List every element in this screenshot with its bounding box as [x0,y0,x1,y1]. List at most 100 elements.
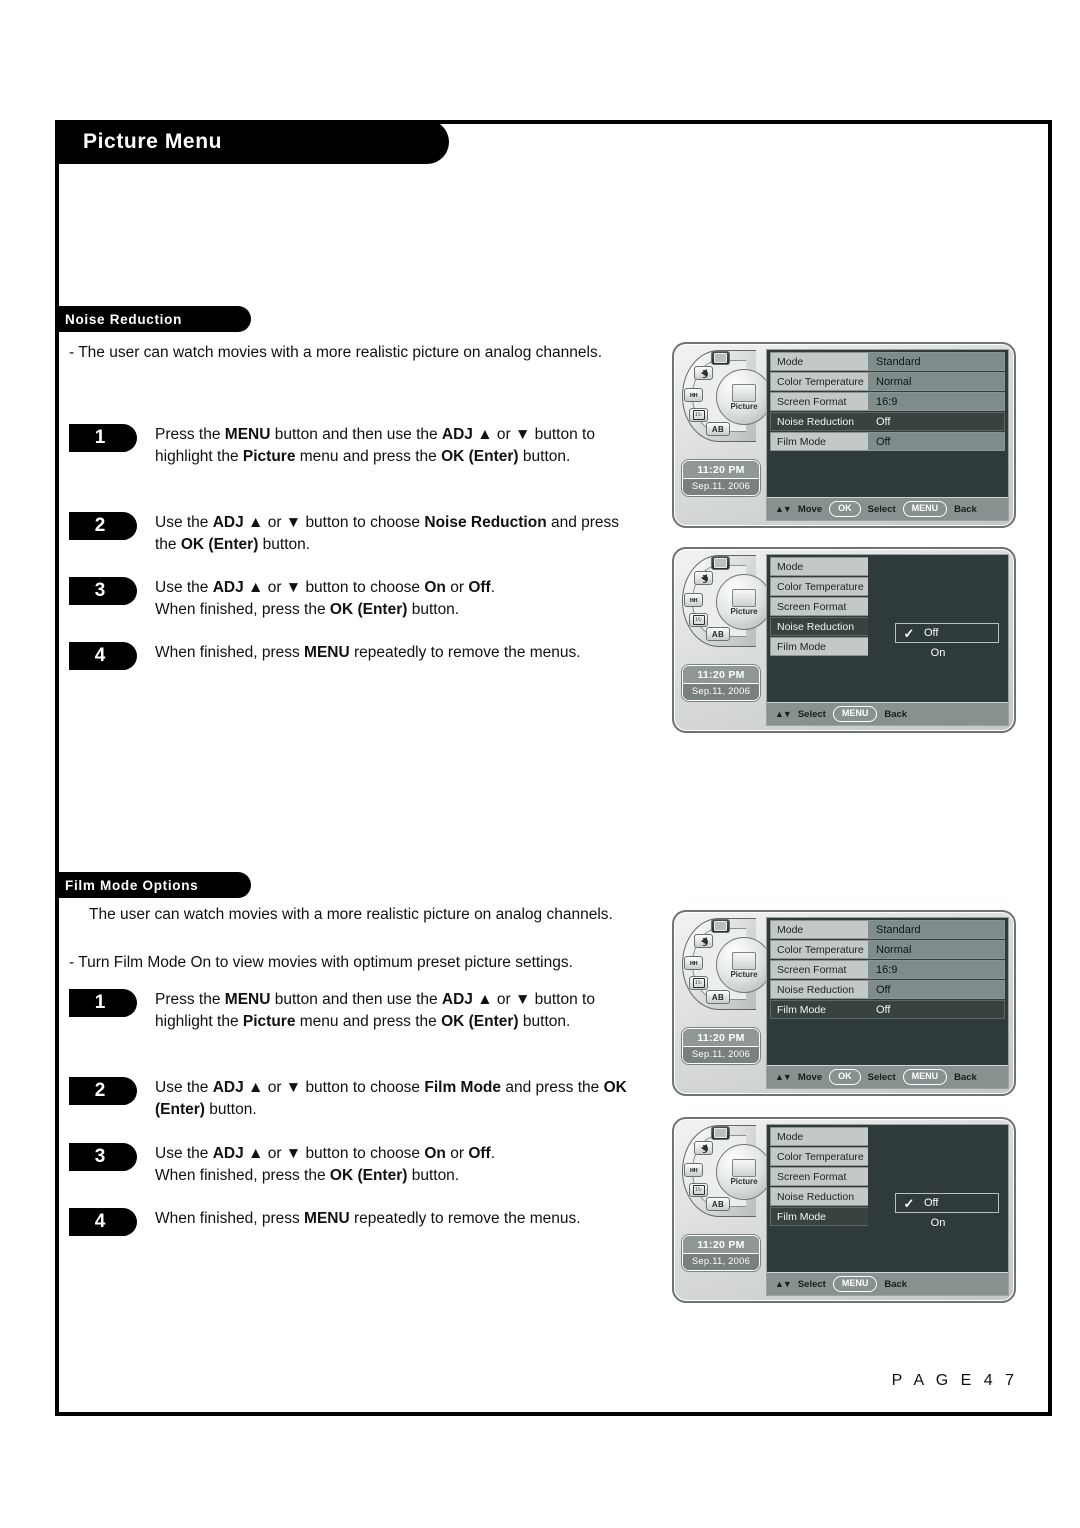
wheel-segment-tv-icon[interactable] [711,1126,730,1140]
menu-row-screen-format[interactable]: Screen Format [770,1167,1005,1186]
menu-value: Standard [868,920,1005,939]
wheel-segment-clock-icon[interactable]: 1↻ [689,408,708,422]
step-number-badge: 4 [69,642,137,670]
menu-key-pill[interactable]: MENU [832,1276,878,1292]
menu-value [868,1127,1005,1146]
menu-value [868,557,1005,576]
monitor-icon [714,1128,727,1138]
menu-value [868,1147,1005,1166]
clock-icon: 1↻ [692,978,705,988]
wheel-segment-volume-icon[interactable] [694,366,713,380]
menu-row-color-temperature[interactable]: Color Temperature Normal [770,940,1005,959]
wheel-center-picture-button[interactable]: Picture [716,937,772,993]
section-heading-film-mode: Film Mode Options [55,872,251,898]
wheel-center-label: Picture [730,606,758,616]
wheel-segment-channel-icon[interactable]: нн [684,956,703,970]
updown-arrows-icon: ▲▼ [775,1072,792,1082]
wheel-center-picture-button[interactable]: Picture [716,1144,772,1200]
osd-screenshot-film-mode-submenu: нн 1↻ AB Picture 11:20 PM Sep.11, 2006 M… [672,1117,1016,1303]
osd-clock-box: 11:20 PM Sep.11, 2006 [682,1028,760,1064]
wheel-segment-ab-button[interactable]: AB [706,990,730,1004]
menu-row-mode[interactable]: Mode [770,557,1005,576]
menu-row-mode[interactable]: Mode Standard [770,352,1005,371]
wheel-segment-volume-icon[interactable] [694,571,713,585]
choice-option-on[interactable]: On [895,1213,999,1233]
choice-option-off[interactable]: ✓ Off [895,623,999,643]
menu-value: Off [868,980,1005,999]
wheel-segment-volume-icon[interactable] [694,1141,713,1155]
menu-row-color-temperature[interactable]: Color Temperature [770,1147,1005,1166]
osd-control-wheel-area: нн 1↻ AB Picture 11:20 PM Sep.11, 2006 [680,1123,778,1299]
wheel-segment-tv-icon[interactable] [711,919,730,933]
wheel-segment-ab-button[interactable]: AB [706,627,730,641]
speaker-icon [700,369,708,378]
film-mode-choice-popup: ✓ Off On [895,1193,999,1233]
menu-row-color-temperature[interactable]: Color Temperature [770,577,1005,596]
wheel-center-picture-button[interactable]: Picture [716,574,772,630]
ab-label: AB [711,992,725,1002]
menu-label: Screen Format [770,960,868,979]
menu-row-screen-format[interactable]: Screen Format 16:9 [770,392,1005,411]
menu-label: Noise Reduction [770,617,868,636]
clock-icon: 1↻ [692,615,705,625]
monitor-icon [714,353,727,363]
step-film-3: 3 Use the ADJ ▲ or ▼ button to choose On… [59,1143,639,1188]
menu-row-screen-format[interactable]: Screen Format [770,597,1005,616]
menu-row-noise-reduction[interactable]: Noise Reduction Off [770,980,1005,999]
choice-option-on[interactable]: On [895,643,999,663]
page-title-pill: Picture Menu [55,120,449,164]
menu-key-pill[interactable]: MENU [832,706,878,722]
checkmark-icon: ✓ [903,1195,915,1211]
step-number-badge: 2 [69,1077,137,1105]
wheel-segment-ab-button[interactable]: AB [706,422,730,436]
menu-label: Film Mode [770,637,868,656]
menu-label: Screen Format [770,1167,868,1186]
menu-row-screen-format[interactable]: Screen Format 16:9 [770,960,1005,979]
ab-label: AB [711,1199,725,1209]
menu-label: Color Temperature [770,577,868,596]
menu-row-noise-reduction[interactable]: Noise Reduction Off [770,412,1005,431]
osd-control-wheel-area: нн 1↻ AB Picture 11:20 PM Sep.11, 2006 [680,553,778,729]
hint-back-label: Back [954,1071,977,1083]
step-text: Use the ADJ ▲ or ▼ button to choose Film… [155,1079,627,1119]
speaker-icon [700,574,708,583]
wheel-segment-channel-icon[interactable]: нн [684,593,703,607]
wheel-segment-volume-icon[interactable] [694,934,713,948]
step-number-badge: 3 [69,577,137,605]
step-film-4: 4 When finished, press MENU repeatedly t… [59,1208,639,1236]
wheel-segment-clock-icon[interactable]: 1↻ [689,1183,708,1197]
wheel-segment-ab-button[interactable]: AB [706,1197,730,1211]
menu-row-film-mode[interactable]: Film Mode Off [770,1000,1005,1019]
osd-menu-rows: Mode Standard Color Temperature Normal S… [767,350,1008,497]
menu-row-mode[interactable]: Mode [770,1127,1005,1146]
wheel-segment-channel-icon[interactable]: нн [684,1163,703,1177]
wheel-segment-channel-icon[interactable]: нн [684,388,703,402]
monitor-icon [714,921,727,931]
choice-label: Off [924,627,939,639]
menu-row-film-mode[interactable]: Film Mode Off [770,432,1005,451]
wheel-center-label: Picture [730,969,758,979]
menu-label: Mode [770,557,868,576]
ok-key-pill[interactable]: OK [829,501,861,517]
wheel-center-picture-button[interactable]: Picture [716,369,772,425]
wheel-segment-tv-icon[interactable] [711,556,730,570]
step-text: Use the ADJ ▲ or ▼ button to choose On o… [155,579,496,619]
menu-label: Noise Reduction [770,412,868,431]
osd-footer-hints: ▲▼ Move OK Select MENU Back [767,1065,1008,1088]
wheel-segment-clock-icon[interactable]: 1↻ [689,976,708,990]
menu-row-color-temperature[interactable]: Color Temperature Normal [770,372,1005,391]
wheel-segment-tv-icon[interactable] [711,351,730,365]
menu-key-pill[interactable]: MENU [902,501,948,517]
menu-key-pill[interactable]: MENU [902,1069,948,1085]
osd-clock-box: 11:20 PM Sep.11, 2006 [682,1235,760,1271]
ok-key-pill[interactable]: OK [829,1069,861,1085]
step-noise-4: 4 When finished, press MENU repeatedly t… [59,642,639,670]
wheel-segment-clock-icon[interactable]: 1↻ [689,613,708,627]
hint-move-label: Move [797,503,823,515]
clock-icon: 1↻ [692,410,705,420]
menu-row-mode[interactable]: Mode Standard [770,920,1005,939]
step-noise-2: 2 Use the ADJ ▲ or ▼ button to choose No… [59,512,639,557]
choice-option-off[interactable]: ✓ Off [895,1193,999,1213]
step-noise-1: 1 Press the MENU button and then use the… [59,424,639,469]
osd-clock-box: 11:20 PM Sep.11, 2006 [682,665,760,701]
